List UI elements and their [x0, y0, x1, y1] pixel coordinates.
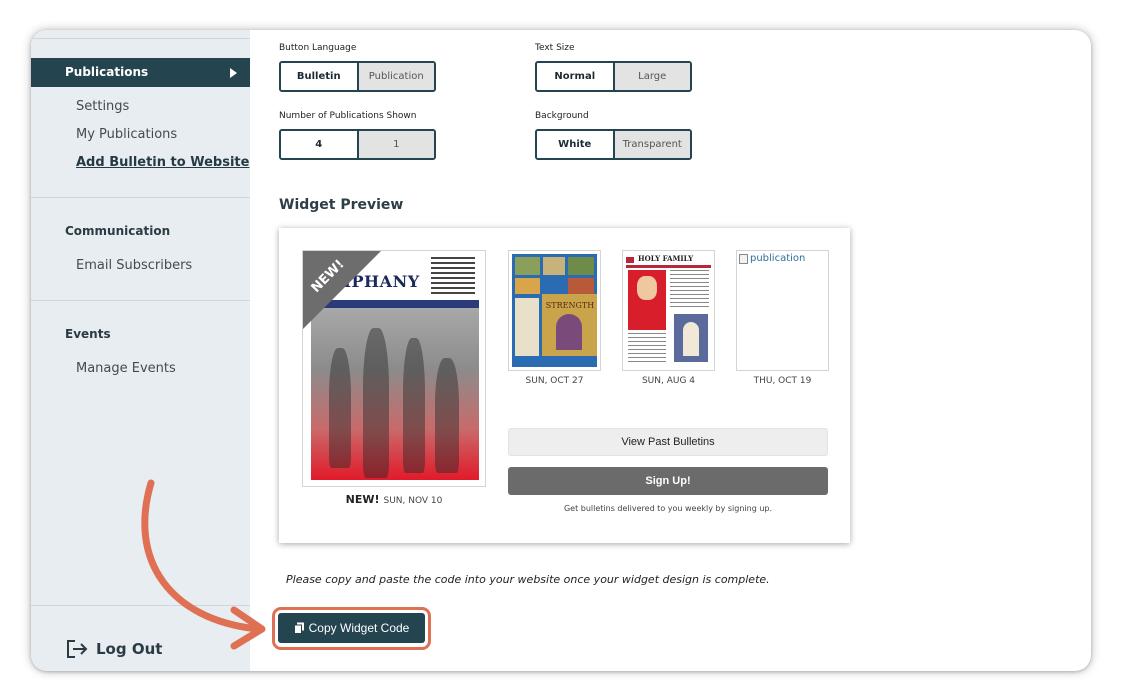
annotation-arrow [141, 479, 266, 650]
